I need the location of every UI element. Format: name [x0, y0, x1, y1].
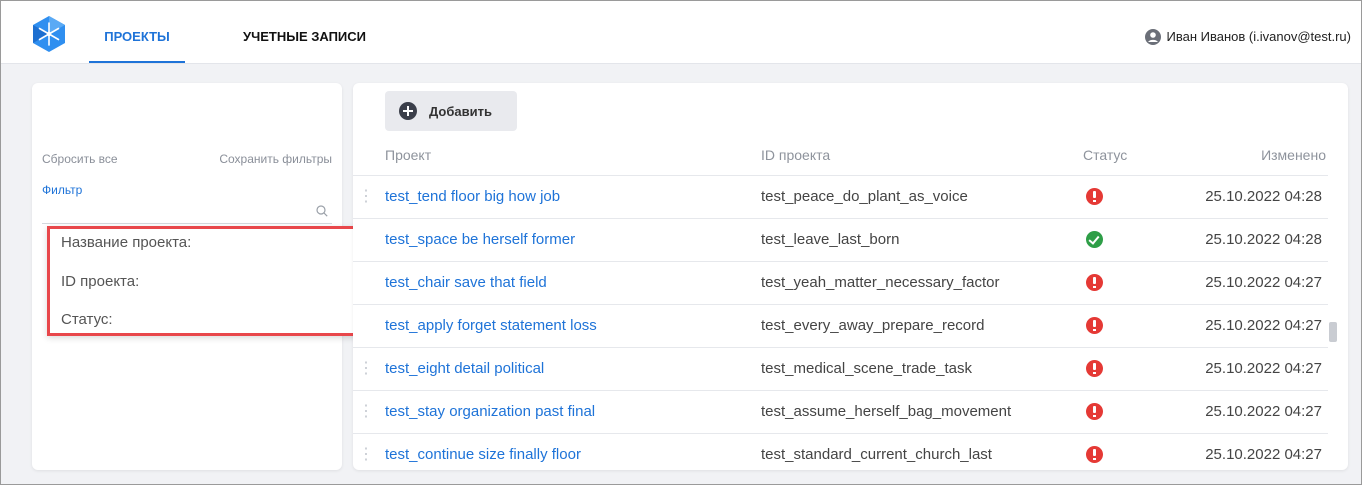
status-error-icon [1086, 274, 1103, 291]
dropdown-option-status[interactable]: Статус: [61, 311, 113, 328]
reset-all-link[interactable]: Сбросить все [42, 152, 118, 166]
project-name-link[interactable]: test_chair save that field [385, 274, 547, 291]
project-name-link[interactable]: test_stay organization past final [385, 403, 595, 420]
tab-projects[interactable]: ПРОЕКТЫ [89, 1, 185, 63]
project-id-cell: test_medical_scene_trade_task [761, 360, 972, 377]
project-name-link[interactable]: test_tend floor big how job [385, 188, 560, 205]
search-icon[interactable] [316, 205, 328, 217]
project-name-link[interactable]: test_space be herself former [385, 231, 575, 248]
projects-table-panel: Добавить Проект ID проекта Статус Измене… [353, 83, 1348, 470]
project-id-cell: test_yeah_matter_necessary_factor [761, 274, 1000, 291]
modified-date-cell: 25.10.2022 04:27 [1205, 360, 1322, 377]
add-circle-icon [399, 102, 417, 120]
project-id-cell: test_assume_herself_bag_movement [761, 403, 1012, 420]
project-name-link[interactable]: test_continue size finally floor [385, 446, 581, 463]
table-scrollbar-thumb[interactable] [1329, 322, 1337, 342]
modified-date-cell: 25.10.2022 04:28 [1205, 188, 1322, 205]
drag-handle-icon[interactable] [358, 444, 374, 464]
modified-date-cell: 25.10.2022 04:27 [1205, 403, 1322, 420]
column-header-status[interactable]: Статус [1083, 147, 1127, 163]
user-avatar-icon [1144, 28, 1161, 45]
filter-input[interactable] [42, 201, 332, 224]
table-row[interactable]: test_stay organization past final test_a… [353, 390, 1328, 434]
drag-handle-icon[interactable] [358, 358, 374, 378]
status-ok-icon [1086, 231, 1103, 248]
dropdown-option-project-name[interactable]: Название проекта: [61, 234, 191, 251]
project-id-cell: test_leave_last_born [761, 231, 900, 248]
table-row[interactable]: test_chair save that field test_yeah_mat… [353, 261, 1328, 305]
status-error-icon [1086, 446, 1103, 463]
user-name: Иван Иванов (i.ivanov@test.ru) [1166, 29, 1351, 44]
project-name-link[interactable]: test_eight detail political [385, 360, 544, 377]
user-menu[interactable]: Иван Иванов (i.ivanov@test.ru) [1144, 1, 1351, 63]
modified-date-cell: 25.10.2022 04:27 [1205, 274, 1322, 291]
modified-date-cell: 25.10.2022 04:28 [1205, 231, 1322, 248]
add-project-button[interactable]: Добавить [385, 91, 517, 131]
add-button-label: Добавить [429, 103, 492, 119]
table-row[interactable]: test_space be herself former test_leave_… [353, 218, 1328, 262]
app-logo-icon[interactable] [30, 15, 68, 53]
dropdown-option-project-id[interactable]: ID проекта: [61, 273, 139, 290]
status-error-icon [1086, 188, 1103, 205]
status-error-icon [1086, 317, 1103, 334]
filter-label: Фильтр [42, 183, 83, 197]
project-id-cell: test_peace_do_plant_as_voice [761, 188, 968, 205]
drag-handle-icon[interactable] [358, 186, 374, 206]
table-row[interactable]: test_eight detail political test_medical… [353, 347, 1328, 391]
status-error-icon [1086, 403, 1103, 420]
modified-date-cell: 25.10.2022 04:27 [1205, 446, 1322, 463]
save-filters-link[interactable]: Сохранить фильтры [219, 152, 332, 166]
column-header-project-id[interactable]: ID проекта [761, 147, 830, 163]
drag-handle-icon[interactable] [358, 401, 374, 421]
status-error-icon [1086, 360, 1103, 377]
filter-field-dropdown: Название проекта: ID проекта: Статус: [47, 226, 378, 336]
project-id-cell: test_standard_current_church_last [761, 446, 992, 463]
table-row[interactable]: test_continue size finally floor test_st… [353, 433, 1328, 470]
project-name-link[interactable]: test_apply forget statement loss [385, 317, 597, 334]
column-header-project[interactable]: Проект [385, 147, 431, 163]
modified-date-cell: 25.10.2022 04:27 [1205, 317, 1322, 334]
tab-accounts[interactable]: УЧЕТНЫЕ ЗАПИСИ [243, 1, 366, 63]
project-id-cell: test_every_away_prepare_record [761, 317, 985, 334]
column-header-modified[interactable]: Изменено [1261, 147, 1326, 163]
table-row[interactable]: test_tend floor big how job test_peace_d… [353, 175, 1328, 219]
table-row[interactable]: test_apply forget statement loss test_ev… [353, 304, 1328, 348]
top-navigation-bar: ПРОЕКТЫ УЧЕТНЫЕ ЗАПИСИ Иван Иванов (i.iv… [1, 1, 1361, 64]
